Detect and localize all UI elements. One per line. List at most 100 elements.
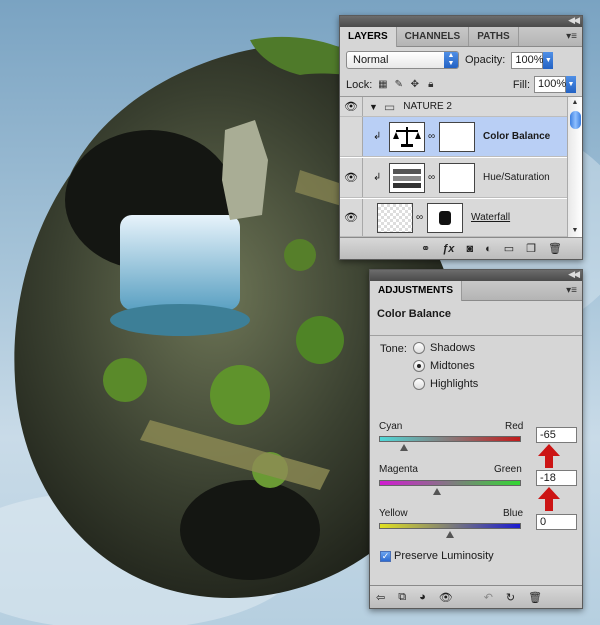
dark-cavity (180, 480, 320, 580)
slider-left-label: Yellow (379, 508, 408, 519)
layer-mask-thumbnail[interactable] (439, 162, 475, 193)
lock-label: Lock: (346, 78, 373, 91)
magenta-green-value[interactable]: -18 (536, 470, 577, 486)
layer-thumbnail (377, 202, 413, 233)
radio-midtones[interactable]: Midtones (413, 360, 475, 372)
reset-icon[interactable]: ↻ (506, 591, 515, 604)
layers-scrollbar[interactable]: ▲ ▼ (567, 97, 582, 237)
layer-name: NATURE 2 (403, 101, 452, 112)
expand-view-icon[interactable]: ⧉ (398, 591, 406, 604)
link-icon[interactable]: ∞ (428, 172, 436, 183)
slider-knob[interactable] (399, 444, 408, 451)
back-arrow-icon[interactable]: ⇦ (376, 591, 385, 604)
layer-name: Hue/Saturation (483, 172, 550, 183)
magenta-green-slider[interactable] (379, 480, 521, 486)
tree (210, 365, 270, 425)
trash-icon[interactable]: 🗑︎ (548, 242, 562, 255)
fx-icon[interactable]: ƒx (442, 243, 454, 255)
layer-row-huesat[interactable]: 👁︎ ↲ ∞ Hue/Saturation (340, 158, 569, 198)
radio-highlights[interactable]: Highlights (413, 378, 478, 390)
blend-mode-select[interactable]: Normal ▲ ▼ (346, 51, 459, 69)
fill-value[interactable]: 100% (534, 76, 566, 93)
new-layer-icon[interactable]: ❐ (526, 242, 536, 255)
link-icon[interactable]: ∞ (428, 131, 436, 142)
radio-label: Shadows (430, 342, 476, 354)
panel-title-strip[interactable]: ◀◀ (370, 269, 582, 281)
fill-label: Fill: (512, 78, 530, 91)
scroll-down-icon[interactable]: ▼ (568, 225, 582, 237)
panel-menu-icon[interactable]: ▾≡ (566, 285, 577, 296)
panel-menu-icon[interactable]: ▾≡ (566, 31, 577, 42)
eye-icon[interactable]: 👁︎ (340, 199, 363, 236)
link-layers-icon[interactable]: ⚭ (421, 242, 430, 255)
clip-to-layer-icon[interactable]: ◕ (419, 591, 426, 603)
layer-mask-thumbnail[interactable] (427, 202, 463, 233)
tab-paths[interactable]: PATHS (469, 27, 519, 46)
cyan-red-slider[interactable] (379, 436, 521, 442)
eye-icon[interactable] (340, 117, 363, 156)
radio-button[interactable] (413, 360, 425, 372)
tree (296, 316, 344, 364)
slider-knob[interactable] (446, 531, 454, 538)
radio-shadows[interactable]: Shadows (413, 342, 475, 354)
new-group-icon[interactable]: ▭ (504, 242, 514, 255)
lock-row: Lock: ▦ ✎ ✥ 🔒︎ Fill: 100% ▼ (340, 73, 582, 97)
tree (103, 358, 147, 402)
fill-field[interactable]: 100% ▼ (534, 76, 576, 93)
chevron-down-icon[interactable]: ▼ (543, 51, 554, 69)
lock-all-icon[interactable]: 🔒︎ (425, 79, 436, 90)
arrow-up-icon (538, 444, 560, 468)
slider-left-label: Cyan (379, 421, 403, 432)
layer-row-group[interactable]: 👁︎ ▼ ▭ NATURE 2 (340, 97, 569, 117)
layers-panel: ◀◀ LAYERS CHANNELS PATHS ▾≡ Normal ▲ ▼ Op… (339, 15, 583, 260)
yellow-blue-slider[interactable] (379, 523, 521, 529)
layer-row-waterfall[interactable]: 👁︎ ∞ Waterfall (340, 199, 569, 237)
add-mask-icon[interactable]: ◙ (466, 243, 473, 255)
slider-left-label: Magenta (379, 464, 418, 475)
yellow-blue-value[interactable]: 0 (536, 514, 577, 530)
adjustment-layer-icon[interactable]: ◐ (485, 243, 492, 255)
eye-icon[interactable]: 👁︎ (340, 97, 363, 116)
opacity-field[interactable]: 100% ▼ (511, 51, 554, 69)
balance-scale-icon (389, 121, 425, 152)
triangle-down-icon[interactable]: ▼ (369, 102, 378, 112)
cyan-red-value[interactable]: -65 (536, 427, 577, 443)
collapse-icon[interactable]: ◀◀ (568, 15, 580, 26)
tab-layers[interactable]: LAYERS (340, 27, 397, 47)
blend-mode-value: Normal (353, 54, 389, 66)
radio-button[interactable] (413, 342, 425, 354)
radio-label: Midtones (430, 360, 475, 372)
opacity-label: Opacity: (465, 54, 506, 66)
link-icon[interactable]: ∞ (416, 212, 424, 223)
scroll-up-icon[interactable]: ▲ (568, 97, 582, 109)
arrow-up-icon (538, 487, 560, 511)
clip-arrow-icon: ↲ (373, 172, 382, 183)
collapse-icon[interactable]: ◀◀ (568, 269, 580, 280)
clip-arrow-icon: ↲ (373, 131, 382, 142)
slider-knob[interactable] (433, 488, 442, 495)
fill-group: Fill: 100% ▼ (513, 76, 576, 93)
eye-icon[interactable]: 👁︎ (340, 158, 363, 197)
blend-row: Normal ▲ ▼ Opacity: 100% ▼ (340, 47, 582, 73)
previous-state-icon[interactable]: ↶ (484, 591, 493, 604)
lock-transparent-icon[interactable]: ▦ (377, 79, 388, 90)
opacity-value[interactable]: 100% (511, 51, 544, 69)
chevron-down-icon[interactable]: ▼ (566, 76, 576, 93)
radio-button[interactable] (413, 378, 425, 390)
adjustments-footer: ⇦ ⧉ ◕ 👁︎ ↶ ↻ 🗑︎ (370, 585, 582, 608)
checkmark-icon[interactable]: ✓ (380, 550, 391, 562)
preserve-luminosity-checkbox[interactable]: ✓ Preserve Luminosity (380, 550, 494, 562)
lock-image-icon[interactable]: ✎ (393, 79, 404, 90)
panel-title-strip[interactable]: ◀◀ (340, 15, 582, 27)
tab-channels[interactable]: CHANNELS (397, 27, 470, 46)
waterfall (120, 215, 240, 310)
layer-mask-thumbnail[interactable] (439, 121, 475, 152)
trash-icon[interactable]: 🗑︎ (528, 591, 542, 604)
lock-position-icon[interactable]: ✥ (409, 79, 420, 90)
eye-icon[interactable]: 👁︎ (439, 591, 453, 604)
slider-right-label: Blue (503, 508, 524, 519)
scroll-thumb[interactable] (570, 111, 581, 129)
layer-list: 👁︎ ▼ ▭ NATURE 2 ↲ ∞ Color Balance 👁︎ ↲ ∞… (340, 97, 582, 237)
tab-adjustments[interactable]: ADJUSTMENTS (370, 281, 463, 301)
layer-row-selected[interactable]: ↲ ∞ Color Balance (340, 117, 569, 157)
